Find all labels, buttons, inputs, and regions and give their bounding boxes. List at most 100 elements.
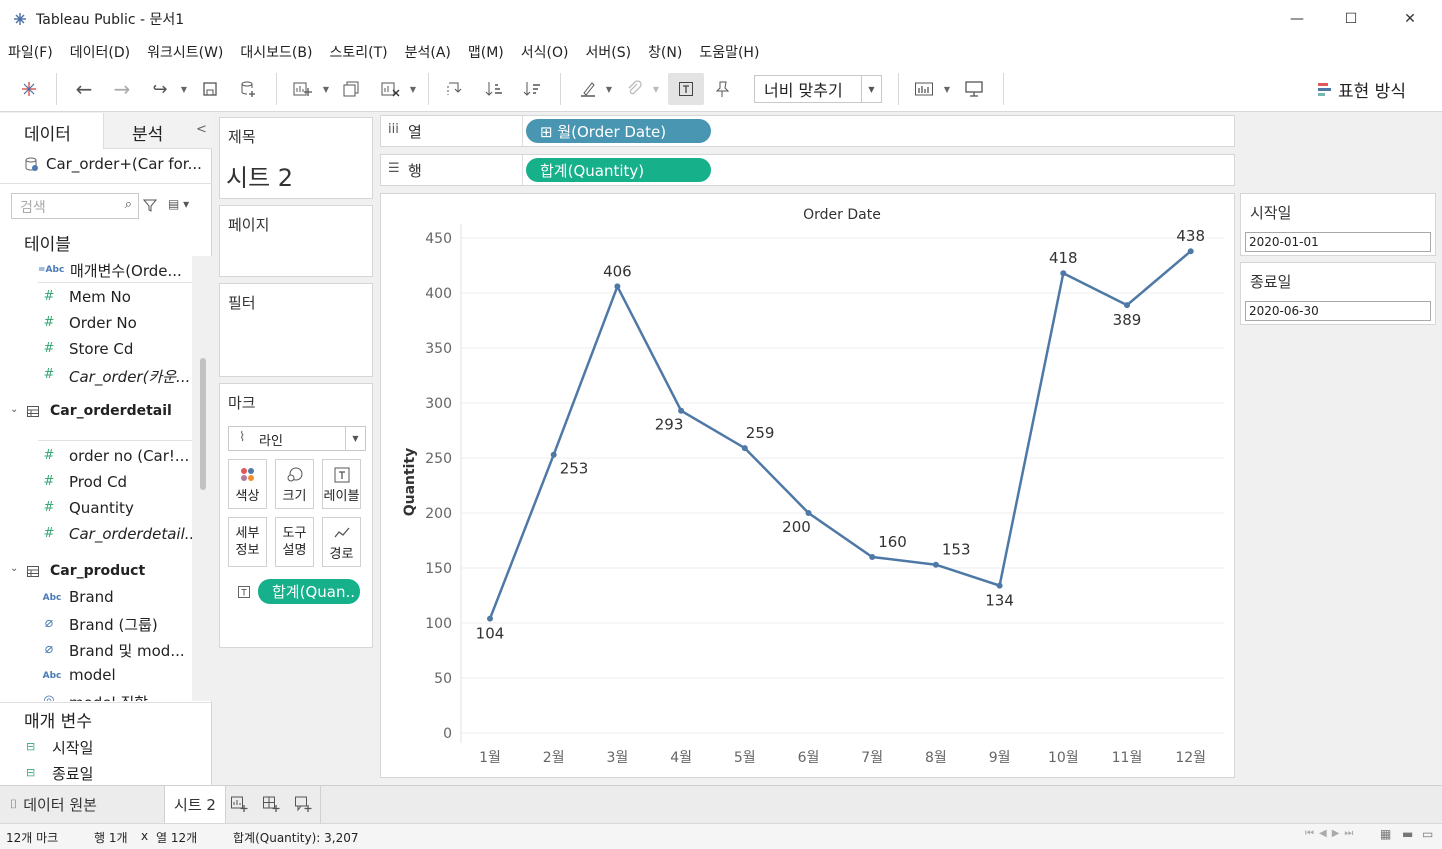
size-button[interactable]: 크기: [275, 459, 314, 509]
menu-worksheet[interactable]: 워크시트(W): [147, 42, 223, 62]
collapse-icon[interactable]: <: [196, 122, 207, 137]
new-worksheet-icon[interactable]: [290, 77, 314, 101]
show-me-button[interactable]: 표현 방식: [1318, 77, 1406, 102]
data-point[interactable]: [805, 510, 812, 516]
table-name[interactable]: Car_orderdetail: [50, 403, 172, 419]
data-point[interactable]: [550, 451, 557, 458]
scrollbar-thumb[interactable]: [200, 358, 206, 490]
view-options-icon[interactable]: ▤ ▾: [168, 197, 189, 211]
menu-window[interactable]: 창(N): [648, 42, 682, 62]
chevron-down-icon[interactable]: ▼: [179, 77, 189, 101]
tab-datasource[interactable]: ⌷ 데이터 원본: [0, 786, 164, 823]
parameters-label: 매개 변수: [24, 712, 92, 732]
status-cols: 열 12개: [156, 831, 198, 845]
redo-icon[interactable]: ↪: [147, 77, 173, 101]
fit-dropdown[interactable]: 너비 맞추기 ▼: [754, 75, 882, 103]
toolbar-separator: [428, 73, 429, 105]
sheet-navigation-icon[interactable]: ⏮◀▶⏭: [1305, 828, 1358, 839]
chevron-down-icon[interactable]: ▼: [942, 77, 952, 101]
datasource-name[interactable]: Car_order+(Car for...: [46, 155, 202, 173]
data-point[interactable]: [1187, 248, 1194, 255]
sum-quantity-pill[interactable]: 합계(Quantity): [526, 158, 711, 182]
chart-area[interactable]: Order Date Quantity 0 50 100 150 200 250 300 35…: [380, 193, 1235, 778]
string-icon: Abc: [42, 671, 62, 681]
data-point[interactable]: [1060, 270, 1067, 277]
size-label: 크기: [282, 488, 307, 504]
data-point[interactable]: [741, 445, 748, 452]
filter-icon[interactable]: [142, 198, 158, 216]
close-button[interactable]: ✕: [1381, 0, 1439, 38]
data-point[interactable]: [932, 561, 939, 568]
expand-arrow-icon[interactable]: ⌄: [10, 404, 18, 415]
filmstrip-view-icon[interactable]: ▬: [1402, 827, 1413, 841]
maximize-button[interactable]: ☐: [1322, 0, 1380, 38]
new-worksheet-tab-icon[interactable]: [230, 795, 248, 817]
show-cards-icon[interactable]: [912, 77, 936, 101]
chevron-down-icon[interactable]: ▼: [651, 77, 661, 101]
pin-icon[interactable]: [710, 77, 734, 101]
tab-sheet-2[interactable]: 시트 2: [164, 786, 226, 823]
minimize-button[interactable]: —: [1268, 0, 1326, 38]
new-story-tab-icon[interactable]: [294, 795, 312, 817]
presentation-icon[interactable]: [962, 77, 986, 101]
group-icon[interactable]: [622, 77, 646, 101]
chevron-down-icon[interactable]: ▼: [321, 77, 331, 101]
new-datasource-icon[interactable]: [238, 77, 258, 101]
field-row[interactable]: ◎ model 집합: [42, 693, 192, 701]
tab-data[interactable]: 데이터: [0, 113, 103, 149]
rows-shelf[interactable]: ☰ 행 합계(Quantity): [380, 154, 1235, 186]
label-button[interactable]: 레이블: [322, 459, 361, 509]
color-button[interactable]: 색상: [228, 459, 267, 509]
new-dashboard-tab-icon[interactable]: [262, 795, 280, 817]
columns-shelf[interactable]: iii 열 ⊞ 월(Order Date): [380, 115, 1235, 147]
end-date-input[interactable]: 2020-06-30: [1245, 301, 1431, 321]
tableau-start-icon[interactable]: [20, 80, 38, 98]
show-labels-icon[interactable]: [668, 73, 704, 105]
chevron-down-icon[interactable]: ▼: [604, 77, 614, 101]
grid-view-icon[interactable]: ▦: [1380, 827, 1391, 841]
chevron-down-icon: ▼: [345, 427, 365, 450]
start-date-input[interactable]: 2020-01-01: [1245, 232, 1431, 252]
data-point[interactable]: [614, 283, 621, 290]
menu-server[interactable]: 서버(S): [585, 42, 631, 62]
data-point[interactable]: [869, 554, 876, 560]
tabs-view-icon[interactable]: ▭: [1422, 827, 1433, 841]
data-point[interactable]: [678, 407, 685, 414]
data-point[interactable]: [1124, 302, 1130, 309]
swap-icon[interactable]: [442, 77, 466, 101]
menu-file[interactable]: 파일(F): [8, 42, 53, 62]
clear-sheet-icon[interactable]: [378, 77, 402, 101]
pages-card[interactable]: 페이지: [219, 205, 373, 277]
quantity-mark-pill[interactable]: 합계(Quan..: [258, 579, 360, 604]
data-point[interactable]: [487, 615, 493, 622]
data-points[interactable]: [487, 248, 1194, 622]
line-chart[interactable]: Order Date Quantity 0 50 100 150 200 250 300 35…: [381, 194, 1234, 777]
forward-icon[interactable]: →: [110, 77, 134, 101]
menu-data[interactable]: 데이터(D): [70, 42, 130, 62]
mark-type-dropdown[interactable]: ⌇ 라인 ▼: [228, 426, 366, 451]
menu-map[interactable]: 맵(M): [468, 42, 504, 62]
menu-format[interactable]: 서식(O): [521, 42, 569, 62]
sort-ascending-icon[interactable]: [482, 77, 506, 101]
menu-analysis[interactable]: 분석(A): [405, 42, 451, 62]
detail-button[interactable]: 세부 정보: [228, 517, 267, 567]
table-name[interactable]: Car_product: [50, 563, 145, 579]
filters-card[interactable]: 필터: [219, 283, 373, 377]
search-input[interactable]: 검색 ⌕: [11, 193, 139, 219]
chevron-down-icon[interactable]: ▼: [408, 77, 418, 101]
highlight-icon[interactable]: [576, 77, 600, 101]
data-point[interactable]: [996, 582, 1003, 589]
menu-dashboard[interactable]: 대시보드(B): [240, 42, 312, 62]
save-icon[interactable]: [200, 77, 220, 101]
month-order-date-pill[interactable]: ⊞ 월(Order Date): [526, 119, 711, 143]
duplicate-icon[interactable]: [340, 77, 362, 101]
path-button[interactable]: 경로: [322, 517, 361, 567]
menu-help[interactable]: 도움말(H): [699, 42, 759, 62]
menu-story[interactable]: 스토리(T): [329, 42, 387, 62]
tooltip-button[interactable]: 도구 설명: [275, 517, 314, 567]
number-icon: #: [43, 474, 55, 489]
back-icon[interactable]: ←: [72, 77, 96, 101]
sort-descending-icon[interactable]: [520, 77, 544, 101]
sheet-title[interactable]: 시트 2: [226, 158, 293, 193]
expand-arrow-icon[interactable]: ⌄: [10, 563, 18, 574]
